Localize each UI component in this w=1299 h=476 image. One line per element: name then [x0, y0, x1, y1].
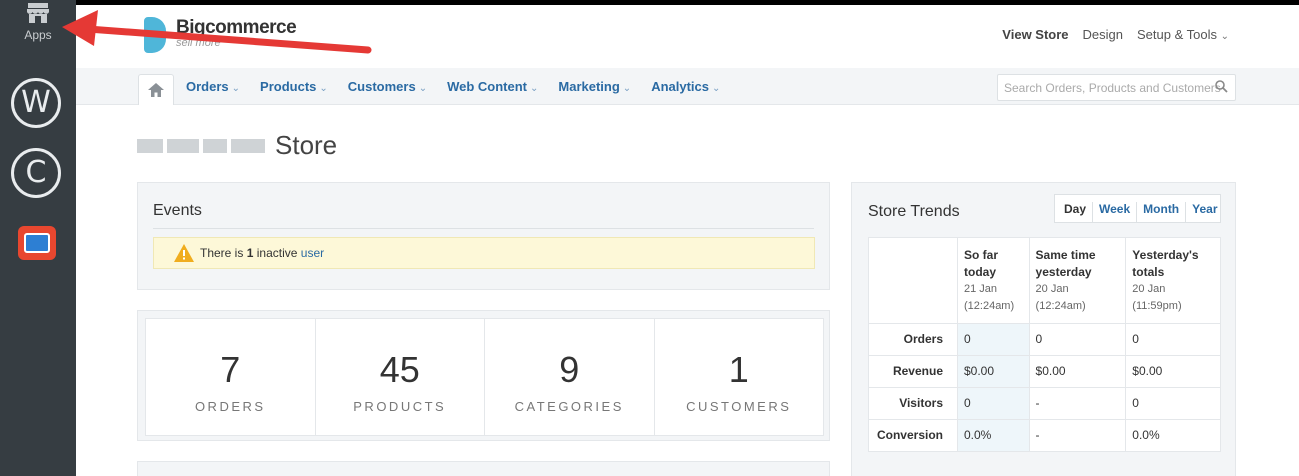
view-store-link[interactable]: View Store [1002, 27, 1068, 42]
table-row: Visitors 0 - 0 [868, 387, 1221, 420]
chevron-down-icon: ⌄ [418, 83, 428, 94]
table-row: Conversion 0.0% - 0.0% [868, 419, 1221, 452]
nav-orders[interactable]: Orders ⌄ [186, 79, 240, 94]
store-trends-title: Store Trends [868, 203, 960, 220]
inactive-user-alert: There is 1 inactive user [153, 237, 815, 269]
apps-button[interactable]: Apps [0, 2, 76, 42]
chevron-down-icon: ⌄ [319, 83, 328, 94]
design-link[interactable]: Design [1083, 27, 1123, 42]
lower-panel [137, 461, 830, 476]
store-trends-panel: Store Trends Day Week Month Year So far … [851, 182, 1236, 476]
table-row: Revenue $0.00 $0.00 $0.00 [868, 355, 1221, 388]
table-row: Orders 0 0 0 [868, 323, 1221, 356]
column-header: Same time yesterday 20 Jan (12:24am) [1028, 237, 1127, 324]
search-placeholder: Search Orders, Products and Customers [1004, 81, 1221, 95]
home-icon [148, 83, 164, 97]
setup-tools-menu[interactable]: Setup & Tools ⌄ [1137, 27, 1229, 42]
search-input[interactable]: Search Orders, Products and Customers [997, 74, 1236, 101]
home-tab[interactable] [138, 74, 174, 105]
c-app-icon[interactable]: C [11, 148, 61, 198]
nav-products[interactable]: Products ⌄ [260, 79, 328, 94]
chevron-down-icon: ⌄ [231, 83, 241, 94]
header: Bigcommerce sell more View Store Design … [76, 5, 1299, 68]
warning-icon [174, 244, 194, 262]
search-icon [1215, 80, 1228, 93]
stat-orders[interactable]: 7 ORDERS [146, 319, 316, 435]
logo-mark-icon [144, 17, 166, 53]
apps-label: Apps [24, 28, 52, 42]
nav-analytics[interactable]: Analytics ⌄ [651, 79, 720, 94]
stat-customers[interactable]: 1 CUSTOMERS [655, 319, 824, 435]
stat-products[interactable]: 45 PRODUCTS [316, 319, 485, 435]
stats-panel: 7 ORDERS 45 PRODUCTS 9 CATEGORIES 1 CUST… [137, 310, 830, 441]
inactive-user-link[interactable]: user [301, 246, 324, 260]
period-day[interactable]: Day [1055, 202, 1094, 222]
stat-categories[interactable]: 9 CATEGORIES [485, 319, 655, 435]
events-panel: Events There is 1 inactive user [137, 182, 830, 290]
chevron-down-icon: ⌄ [1220, 31, 1229, 42]
header-links: View Store Design Setup & Tools ⌄ [1002, 27, 1229, 42]
chevron-down-icon: ⌄ [712, 83, 721, 94]
period-week[interactable]: Week [1093, 202, 1138, 222]
app-rail: Apps W C [0, 0, 76, 476]
tv-app-icon[interactable] [18, 226, 56, 260]
chevron-down-icon: ⌄ [530, 83, 539, 94]
wordpress-app-icon[interactable]: W [11, 78, 61, 128]
nav-customers[interactable]: Customers ⌄ [348, 79, 427, 94]
nav-marketing[interactable]: Marketing ⌄ [558, 79, 631, 94]
period-year[interactable]: Year [1186, 202, 1223, 222]
column-header: So far today 21 Jan (12:24am) [957, 237, 1030, 324]
column-header: Yesterday's totals 20 Jan (11:59pm) [1125, 237, 1221, 324]
period-selector: Day Week Month Year [1054, 194, 1221, 223]
chevron-down-icon: ⌄ [622, 83, 632, 94]
main-nav: Orders ⌄ Products ⌄ Customers ⌄ Web Content… [76, 68, 1299, 105]
storefront-icon [27, 3, 49, 23]
trends-table: So far today 21 Jan (12:24am) Same time … [868, 237, 1221, 452]
events-title: Events [153, 202, 202, 219]
period-month[interactable]: Month [1137, 202, 1187, 222]
redacted-store-name [137, 138, 265, 153]
page-title: Store [137, 130, 337, 161]
nav-web-content[interactable]: Web Content ⌄ [447, 79, 538, 94]
logo-tagline: sell more [176, 37, 221, 49]
